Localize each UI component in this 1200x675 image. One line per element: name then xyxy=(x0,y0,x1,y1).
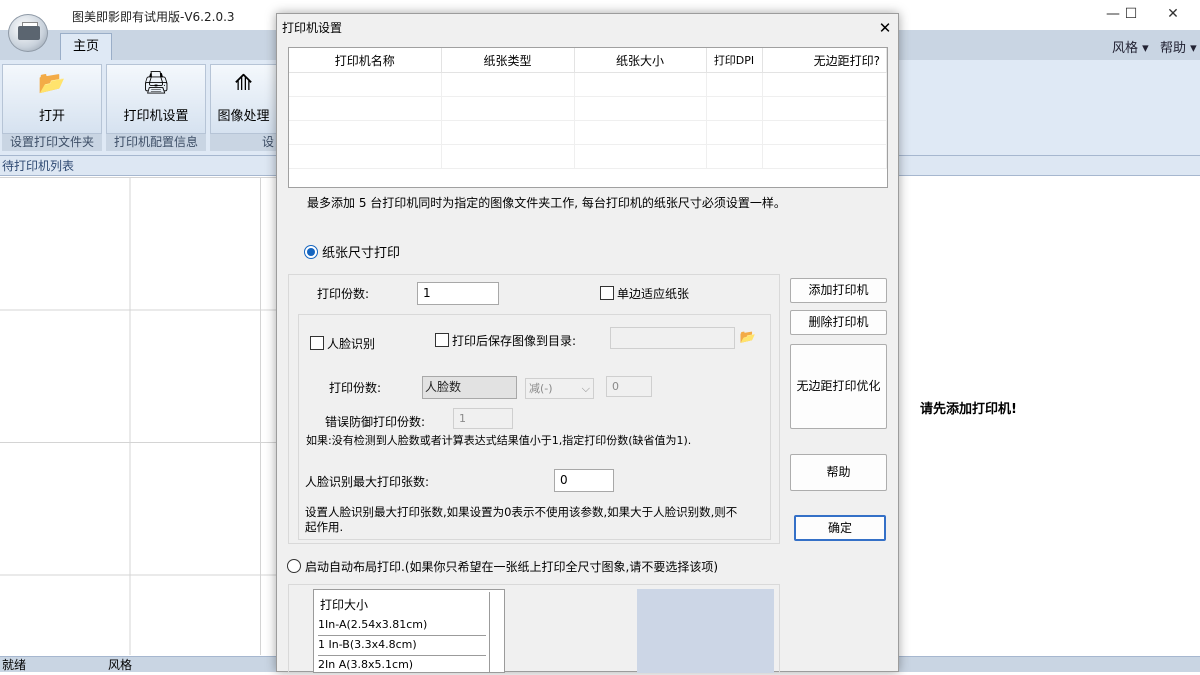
col-paper-type[interactable]: 纸张类型 xyxy=(441,48,575,73)
printer-settings-label: 打印机设置 xyxy=(123,109,189,124)
browse-folder-icon[interactable]: 📂 xyxy=(737,328,759,348)
operator-select[interactable]: 减(-) ⌵ xyxy=(525,378,594,399)
save-after-print-checkbox[interactable]: 打印后保存图像到目录: xyxy=(435,332,576,349)
fallback-note: 如果:没有检测到人脸数或者计算表达式结果值小于1,指定打印份数(缺省值为1). xyxy=(306,434,692,447)
maximize-button[interactable]: ☐ xyxy=(1108,2,1154,28)
group-label-folder: 设置打印文件夹 xyxy=(2,134,102,151)
face-copies-label: 打印份数: xyxy=(329,381,382,395)
max-face-label: 人脸识别最大打印张数: xyxy=(305,475,430,489)
image-process-button[interactable]: ⟰ 图像处理 xyxy=(210,64,276,134)
chevron-down-icon: ⌵ xyxy=(581,382,590,395)
ok-button[interactable]: 确定 xyxy=(794,515,886,541)
save-directory-input[interactable] xyxy=(610,327,735,349)
list-item[interactable]: 2In A(3.8x5.1cm) xyxy=(318,655,486,675)
copies-input[interactable]: 1 xyxy=(417,282,499,305)
status-style: 风格 xyxy=(108,658,133,672)
max-face-note-line2: 起作用. xyxy=(305,520,344,534)
layout-preview xyxy=(637,589,774,673)
printer-icon: 🖨 xyxy=(142,71,170,96)
size-list-scrollbar[interactable] xyxy=(489,592,503,672)
fallback-copies-label: 错误防御打印份数: xyxy=(325,415,426,429)
checkbox-icon xyxy=(435,333,449,347)
face-recognition-checkbox[interactable]: 人脸识别 xyxy=(310,335,375,352)
help-button[interactable]: 帮助 xyxy=(790,454,887,491)
menu-help[interactable]: 帮助 ▾ xyxy=(1160,37,1197,56)
table-row[interactable] xyxy=(289,72,887,97)
checkbox-icon xyxy=(310,336,324,350)
checkbox-icon xyxy=(600,286,614,300)
close-window-button[interactable]: ✕ xyxy=(1150,2,1196,28)
table-row[interactable] xyxy=(289,144,887,169)
fallback-copies-input[interactable]: 1 xyxy=(453,408,513,429)
add-printer-button[interactable]: 添加打印机 xyxy=(790,278,887,303)
radio-auto-layout[interactable]: 启动自动布局打印.(如果你只希望在一张纸上打印全尺寸图象,请不要选择该项) xyxy=(287,558,718,575)
delete-printer-button[interactable]: 删除打印机 xyxy=(790,310,887,335)
radio-selected-icon xyxy=(304,245,318,259)
group-label-printer: 打印机配置信息 xyxy=(106,134,206,151)
radio-unselected-icon xyxy=(287,559,301,573)
menu-style[interactable]: 风格 ▾ xyxy=(1112,37,1149,56)
copies-label: 打印份数: xyxy=(317,287,370,301)
face-count-field[interactable]: 人脸数 xyxy=(422,376,517,399)
radio-paper-size-print[interactable]: 纸张尺寸打印 xyxy=(304,242,400,261)
table-row[interactable] xyxy=(289,96,887,121)
open-button[interactable]: 📂 打开 xyxy=(2,64,102,134)
group-label-settings: 设 xyxy=(210,134,276,151)
printer-settings-button[interactable]: 🖨 打印机设置 xyxy=(106,64,206,134)
image-process-icon: ⟰ xyxy=(234,71,253,96)
print-size-list[interactable]: 打印大小 1In-A(2.54x3.81cm) 1 In-B(3.3x4.8cm… xyxy=(313,589,505,673)
printer-limit-note: 最多添加 5 台打印机同时为指定的图像文件夹工作, 每台打印机的纸张尺寸必须设置… xyxy=(307,196,786,210)
status-ready: 就绪 xyxy=(2,658,27,672)
table-row[interactable] xyxy=(289,120,887,145)
col-borderless[interactable]: 无边距打印? xyxy=(762,48,887,73)
max-face-input[interactable]: 0 xyxy=(554,469,614,492)
list-item[interactable]: 1In-A(2.54x3.81cm) xyxy=(318,615,486,636)
max-face-note-line1: 设置人脸识别最大打印张数,如果设置为0表示不使用该参数,如果大于人脸识别数,则不 xyxy=(305,505,738,519)
print-size-header: 打印大小 xyxy=(320,598,369,612)
printer-table[interactable]: 打印机名称 纸张类型 纸张大小 打印DPI 无边距打印? xyxy=(288,47,888,188)
list-item[interactable]: 1 In-B(3.3x4.8cm) xyxy=(318,635,486,656)
col-paper-size[interactable]: 纸张大小 xyxy=(574,48,707,73)
close-icon[interactable]: ✕ xyxy=(873,16,897,40)
col-printer-name[interactable]: 打印机名称 xyxy=(289,48,442,73)
printer-settings-dialog: 打印机设置 ✕ 打印机名称 纸张类型 纸张大小 打印DPI 无边距打印? 最多添… xyxy=(276,13,899,673)
borderless-optimize-button[interactable]: 无边距打印优化 xyxy=(790,344,887,429)
add-printer-message: 请先添加打印机! xyxy=(920,402,1017,417)
col-print-dpi[interactable]: 打印DPI xyxy=(706,48,763,73)
tab-home[interactable]: 主页 xyxy=(60,33,112,60)
open-button-label: 打开 xyxy=(38,109,65,124)
dialog-title: 打印机设置 xyxy=(282,21,343,35)
printer-list-grid xyxy=(0,177,276,655)
app-title: 图美即影即有试用版-V6.2.0.3 xyxy=(72,10,235,24)
operand-input[interactable]: 0 xyxy=(606,376,652,397)
app-logo-icon[interactable] xyxy=(8,14,48,52)
folder-icon: 📂 xyxy=(38,71,66,96)
image-process-label: 图像处理 xyxy=(217,109,270,124)
fit-one-side-checkbox[interactable]: 单边适应纸张 xyxy=(600,285,689,302)
